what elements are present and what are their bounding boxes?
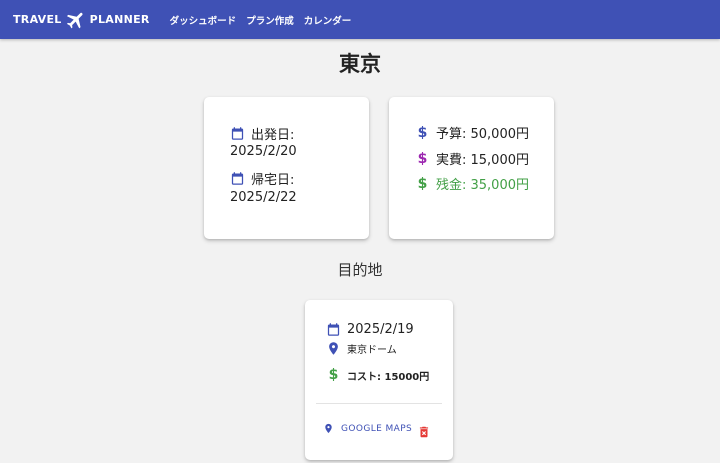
destination-place: 東京ドーム bbox=[347, 345, 397, 356]
return-date-row: 2025/2/22 bbox=[230, 190, 297, 205]
logo-text-travel: TRAVEL bbox=[13, 13, 62, 26]
nav-create-plan[interactable]: プラン作成 bbox=[246, 13, 294, 27]
nav-dashboard[interactable]: ダッシュボード bbox=[170, 13, 237, 27]
destination-cost-row: $ コスト: 15000円 bbox=[326, 367, 430, 383]
destination-date: 2025/2/19 bbox=[347, 322, 414, 337]
main-nav: ダッシュボード プラン作成 カレンダー bbox=[170, 13, 362, 27]
remaining-text: 残金: 35,000円 bbox=[436, 178, 529, 193]
destination-place-row: 東京ドーム bbox=[326, 341, 397, 356]
trash-icon[interactable] bbox=[417, 424, 431, 440]
departure-date: 2025/2/20 bbox=[230, 144, 297, 159]
dollar-icon: $ bbox=[328, 367, 339, 383]
destination-cost: コスト: 15000円 bbox=[347, 371, 430, 383]
destination-card: 2025/2/19 東京ドーム $ コスト: 15000円 GOOGLE MAP… bbox=[305, 300, 453, 460]
dollar-icon: $ bbox=[417, 175, 428, 192]
location-pin-icon bbox=[325, 423, 332, 434]
airplane-icon bbox=[66, 12, 83, 28]
actual-row: $ 実費: 15,000円 bbox=[415, 149, 529, 169]
return-label: 帰宅日: bbox=[251, 173, 295, 188]
departure-label-row: 出発日: bbox=[230, 124, 294, 143]
google-maps-button[interactable]: GOOGLE MAPS bbox=[323, 423, 412, 434]
return-date: 2025/2/22 bbox=[230, 190, 297, 205]
budget-text: 予算: 50,000円 bbox=[436, 127, 529, 142]
departure-label: 出発日: bbox=[251, 128, 295, 143]
dollar-icon: $ bbox=[417, 124, 428, 141]
calendar-icon bbox=[231, 127, 244, 140]
app-logo[interactable]: TRAVEL PLANNER bbox=[13, 9, 150, 31]
logo-text-planner: PLANNER bbox=[89, 13, 150, 26]
calendar-icon bbox=[327, 323, 340, 336]
actual-text: 実費: 15,000円 bbox=[436, 153, 529, 168]
budget-card: $ 予算: 50,000円 $ 実費: 15,000円 $ 残金: 35,000… bbox=[389, 97, 554, 239]
dollar-icon: $ bbox=[417, 150, 428, 167]
nav-calendar[interactable]: カレンダー bbox=[304, 13, 352, 27]
departure-date-row: 2025/2/20 bbox=[230, 144, 297, 159]
google-maps-label: GOOGLE MAPS bbox=[341, 423, 413, 434]
return-label-row: 帰宅日: bbox=[230, 169, 294, 188]
budget-row: $ 予算: 50,000円 bbox=[415, 123, 529, 143]
card-divider bbox=[316, 403, 442, 404]
location-pin-icon bbox=[329, 342, 338, 355]
remaining-row: $ 残金: 35,000円 bbox=[415, 174, 529, 194]
calendar-icon bbox=[231, 172, 244, 185]
dates-card: 出発日: 2025/2/20 帰宅日: 2025/2/22 bbox=[204, 97, 369, 239]
page-title: 東京 bbox=[339, 52, 381, 76]
destination-date-row: 2025/2/19 bbox=[326, 322, 414, 337]
destinations-heading: 目的地 bbox=[337, 261, 383, 279]
app-bar: TRAVEL PLANNER ダッシュボード プラン作成 カレンダー bbox=[0, 0, 720, 39]
